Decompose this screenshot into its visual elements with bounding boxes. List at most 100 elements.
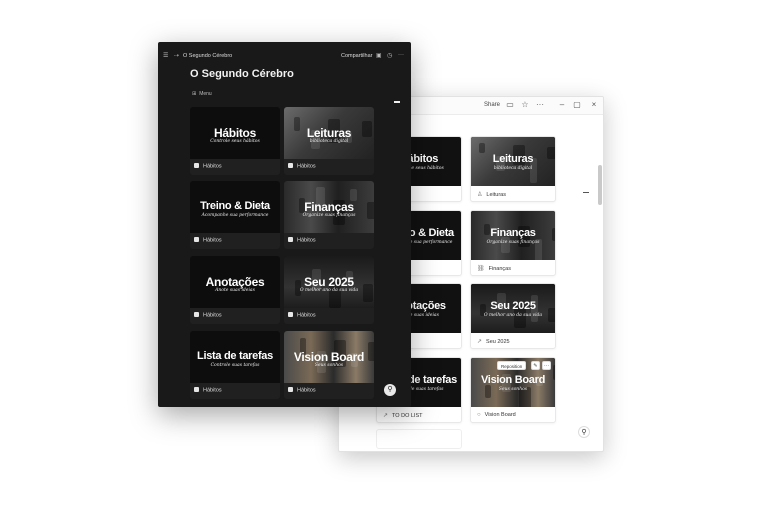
card-caption-text: Hábitos — [297, 163, 316, 170]
collapse-icon[interactable] — [394, 101, 400, 103]
card-caption-text: Vision Board — [484, 412, 516, 418]
checkbox-icon[interactable] — [194, 163, 199, 168]
card-cover: Anotações Anote suas ideias — [190, 256, 280, 308]
card-title: Treino & Dieta — [200, 200, 270, 212]
person-icon: ♙ — [477, 192, 483, 198]
more-icon[interactable]: ··· — [542, 361, 551, 370]
card-caption: Hábitos — [288, 163, 316, 170]
screenshot-stage: Share ▭ ☆ ··· – ▢ × Hábitos Controle seu… — [0, 0, 768, 513]
card-caption-text: Finanças — [488, 266, 511, 272]
edit-icon[interactable]: ✎ — [531, 361, 540, 370]
star-icon[interactable]: ☆ — [520, 100, 530, 110]
help-button[interactable]: ⚲ — [384, 384, 396, 396]
card-lista-de-tarefas[interactable]: Lista de tarefas Controle suas tarefas H… — [190, 331, 280, 399]
more-icon[interactable]: ··· — [398, 51, 404, 59]
card-title: Hábitos — [214, 126, 256, 140]
card-caption: Hábitos — [194, 387, 222, 394]
checkbox-icon[interactable] — [288, 387, 293, 392]
card-title: Vision Board — [480, 374, 546, 386]
card-subtitle: Organize suas finanças — [302, 213, 356, 218]
dark-window-topbar: ☰ ⇢ O Segundo Cérebro Compartilhar ▣ ◷ ·… — [158, 42, 411, 68]
comment-icon[interactable]: ▣ — [376, 52, 382, 60]
card-subtitle: Seus sonhos — [314, 363, 344, 368]
card-caption-text: Hábitos — [203, 387, 222, 394]
card-financas[interactable]: Finanças Organize suas finanças Hábitos — [284, 181, 374, 249]
back-arrow-icon[interactable]: ⇢ — [174, 52, 179, 60]
card-title: Seu 2025 — [490, 300, 536, 312]
card-seu-2025[interactable]: Seu 2025 O melhor ano da sua vida ↗ Seu 2… — [470, 283, 556, 349]
share-button[interactable]: Compartilhar — [341, 53, 372, 59]
card-title: Seu 2025 — [304, 275, 354, 289]
checkbox-icon[interactable] — [194, 237, 199, 242]
share-button[interactable]: Share — [484, 102, 500, 108]
card-subtitle: Controle suas tarefas — [210, 363, 260, 368]
card-title: Anotações — [205, 275, 265, 289]
arrow-icon: ↗ — [383, 413, 389, 419]
card-title: Lista de tarefas — [197, 350, 273, 362]
clock-icon[interactable]: ◷ — [387, 52, 392, 60]
checkbox-icon[interactable] — [288, 163, 293, 168]
card-seu-2025[interactable]: Seu 2025 O melhor ano da sua vida Hábito… — [284, 256, 374, 324]
checkbox-icon[interactable] — [288, 312, 293, 317]
comment-icon[interactable]: ▭ — [505, 100, 515, 110]
card-caption: ↗ Seu 2025 — [477, 338, 510, 345]
more-icon[interactable]: ··· — [535, 100, 545, 110]
card-caption: Hábitos — [194, 237, 222, 244]
card-caption-text: Seu 2025 — [486, 339, 510, 345]
minimize-icon[interactable]: – — [557, 100, 567, 110]
collapse-icon[interactable] — [583, 192, 589, 193]
checkbox-icon[interactable] — [288, 237, 293, 242]
scrollbar[interactable] — [598, 165, 602, 205]
card-cover: Lista de tarefas Controle suas tarefas — [190, 331, 280, 383]
card-caption-text: Hábitos — [297, 387, 316, 394]
empty-card — [376, 429, 462, 449]
card-title: Leituras — [306, 126, 352, 140]
help-button[interactable]: ⚲ — [578, 426, 590, 438]
menu-heading: ⊞ Menu — [192, 91, 212, 97]
card-title: Finanças — [304, 200, 354, 214]
maximize-icon[interactable]: ▢ — [572, 100, 582, 110]
card-subtitle: biblioteca digital — [493, 166, 533, 171]
card-caption-text: Hábitos — [203, 312, 222, 319]
reposition-button[interactable]: Reposition — [497, 361, 527, 370]
card-caption-text: Hábitos — [203, 163, 222, 170]
card-subtitle: biblioteca digital — [309, 139, 349, 144]
card-caption-text: Hábitos — [297, 312, 316, 319]
card-caption: ○ Vision Board — [477, 412, 516, 418]
card-leituras[interactable]: Leituras biblioteca digital Hábitos — [284, 107, 374, 175]
card-leituras[interactable]: Leituras biblioteca digital ♙ Leituras — [470, 136, 556, 202]
card-subtitle: Seus sonhos — [498, 387, 528, 392]
card-cover: Treino & Dieta Acompanhe sua performance — [190, 181, 280, 233]
menu-icon[interactable]: ☰ — [163, 52, 168, 60]
photo-detail — [479, 143, 485, 153]
breadcrumb[interactable]: O Segundo Cérebro — [183, 53, 232, 59]
card-vision-board[interactable]: Vision Board Seus sonhos Hábitos — [284, 331, 374, 399]
dark-window: ☰ ⇢ O Segundo Cérebro Compartilhar ▣ ◷ ·… — [158, 42, 411, 407]
checkbox-icon[interactable] — [194, 312, 199, 317]
card-subtitle: Organize suas finanças — [486, 240, 540, 245]
card-anotacoes[interactable]: Anotações Anote suas ideias Hábitos — [190, 256, 280, 324]
close-icon[interactable]: × — [589, 100, 599, 110]
menu-label: Menu — [199, 91, 212, 97]
card-financas[interactable]: Finanças Organize suas finanças ⛓ Finança… — [470, 210, 556, 276]
card-cover: Leituras biblioteca digital — [284, 107, 374, 159]
card-cover: Seu 2025 O melhor ano da sua vida — [284, 256, 374, 308]
card-cover: Vision Board Seus sonhos — [284, 331, 374, 383]
card-caption-text: Hábitos — [297, 237, 316, 244]
card-caption: ♙ Leituras — [477, 191, 506, 198]
card-caption: Hábitos — [288, 312, 316, 319]
card-caption-text: Hábitos — [203, 237, 222, 244]
card-subtitle: O melhor ano da sua vida — [483, 313, 543, 318]
circle-icon: ○ — [477, 412, 481, 418]
card-caption: Hábitos — [194, 163, 222, 170]
card-caption-text: Leituras — [486, 192, 506, 198]
card-treino-dieta[interactable]: Treino & Dieta Acompanhe sua performance… — [190, 181, 280, 249]
card-caption: Hábitos — [194, 312, 222, 319]
checkbox-icon[interactable] — [194, 387, 199, 392]
card-subtitle: Anote suas ideias — [215, 288, 255, 293]
card-cover: Leituras biblioteca digital — [471, 137, 555, 186]
card-title: Leituras — [492, 153, 534, 165]
card-habitos[interactable]: Hábitos Controle seus hábitos Hábitos — [190, 107, 280, 175]
card-subtitle: O melhor ano da sua vida — [299, 288, 359, 293]
card-caption-text: TO DO LIST — [392, 413, 423, 419]
